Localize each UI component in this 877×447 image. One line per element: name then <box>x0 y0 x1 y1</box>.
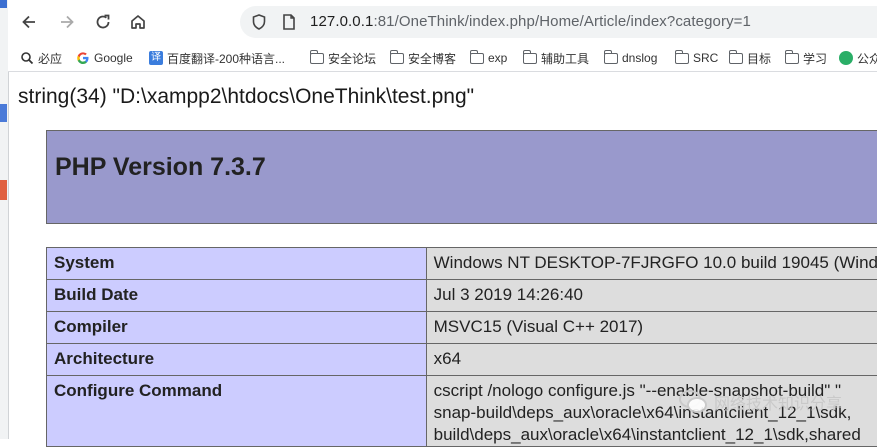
page-info-icon[interactable] <box>280 13 298 31</box>
reload-icon <box>94 13 112 31</box>
row-value: Jul 3 2019 14:26:40 <box>426 280 877 312</box>
bookmark-folder[interactable]: 辅助工具 <box>523 49 589 67</box>
row-key: Build Date <box>47 280 427 312</box>
search-icon <box>20 51 34 65</box>
folder-icon <box>390 53 404 64</box>
var-dump-output: string(34) "D:\xampp2\htdocs\OneThink\te… <box>18 85 474 109</box>
bookmark-label: dnslog <box>622 51 657 65</box>
bookmark-label: 学习 <box>803 50 827 67</box>
row-key: Configure Command <box>47 376 427 447</box>
wechat-logo-icon <box>676 385 710 419</box>
bookmark-label: 百度翻译-200种语言... <box>167 50 285 67</box>
home-icon <box>129 13 147 31</box>
bookmark-label: 必应 <box>38 50 62 67</box>
bookmark-label: exp <box>488 51 507 65</box>
folder-icon <box>785 53 799 64</box>
bookmark-label: 安全博客 <box>408 50 456 67</box>
browser-toolbar: 127.0.0.1:81/OneThink/index.php/Home/Art… <box>8 0 877 44</box>
row-key: Architecture <box>47 344 427 376</box>
bookmark-baidu-translate[interactable]: 译 百度翻译-200种语言... <box>149 49 285 67</box>
strip-marker <box>0 180 7 200</box>
bookmark-folder[interactable]: 学习 <box>785 49 827 67</box>
bookmark-folder[interactable]: 目标 <box>729 49 771 67</box>
bookmark-label: 辅助工具 <box>541 50 589 67</box>
strip-marker <box>0 0 7 8</box>
watermark-text: 网络技术知识分享 <box>714 390 842 414</box>
table-row: Compiler MSVC15 (Visual C++ 2017) <box>47 312 877 344</box>
row-value: Windows NT DESKTOP-7FJRGFO 10.0 build 19… <box>426 248 877 280</box>
folder-icon <box>675 53 689 64</box>
bookmark-google[interactable]: Google <box>76 49 133 67</box>
shield-icon[interactable] <box>250 13 268 31</box>
bookmarks-bar: 必应 Google 译 百度翻译-200种语言... 安全论坛 安全博客 exp… <box>8 44 877 72</box>
forward-icon <box>58 13 76 31</box>
url-text[interactable]: 127.0.0.1:81/OneThink/index.php/Home/Art… <box>310 13 751 30</box>
bookmark-wechat[interactable]: 公众 <box>839 49 877 67</box>
bookmark-bing[interactable]: 必应 <box>20 49 62 67</box>
folder-icon <box>470 53 484 64</box>
bookmark-folder[interactable]: dnslog <box>604 49 657 67</box>
wechat-icon <box>839 51 853 65</box>
table-row: Build Date Jul 3 2019 14:26:40 <box>47 280 877 312</box>
forward-button[interactable] <box>52 8 82 36</box>
bookmark-label: 安全论坛 <box>328 50 376 67</box>
php-version-header: PHP Version 7.3.7 <box>46 130 877 224</box>
bookmark-label: SRC <box>693 51 718 65</box>
bookmark-folder[interactable]: 安全博客 <box>390 49 456 67</box>
bookmark-label: Google <box>94 51 133 65</box>
folder-icon <box>604 53 618 64</box>
bookmark-folder[interactable]: SRC <box>675 49 718 67</box>
table-row: Architecture x64 <box>47 344 877 376</box>
bookmark-label: 目标 <box>747 50 771 67</box>
strip-marker <box>0 104 7 122</box>
row-value: MSVC15 (Visual C++ 2017) <box>426 312 877 344</box>
table-row: System Windows NT DESKTOP-7FJRGFO 10.0 b… <box>47 248 877 280</box>
folder-icon <box>523 53 537 64</box>
value-line: build\deps_aux\oracle\x64\instantclient_… <box>434 424 877 446</box>
bookmark-folder[interactable]: 安全论坛 <box>310 49 376 67</box>
row-value: x64 <box>426 344 877 376</box>
home-button[interactable] <box>123 8 153 36</box>
php-version-title: PHP Version 7.3.7 <box>55 153 266 182</box>
folder-icon <box>729 53 743 64</box>
translate-icon: 译 <box>149 51 163 65</box>
row-key: System <box>47 248 427 280</box>
watermark: 网络技术知识分享 <box>676 385 842 419</box>
row-key: Compiler <box>47 312 427 344</box>
folder-icon <box>310 53 324 64</box>
address-bar[interactable]: 127.0.0.1:81/OneThink/index.php/Home/Art… <box>240 6 877 38</box>
google-icon <box>76 51 90 65</box>
reload-button[interactable] <box>88 8 118 36</box>
bookmark-folder[interactable]: exp <box>470 49 507 67</box>
back-button[interactable] <box>14 8 44 36</box>
bookmark-label: 公众 <box>857 50 877 67</box>
url-host: 127.0.0.1 <box>310 13 373 30</box>
url-path: :81/OneThink/index.php/Home/Article/inde… <box>373 13 751 30</box>
back-icon <box>20 13 38 31</box>
